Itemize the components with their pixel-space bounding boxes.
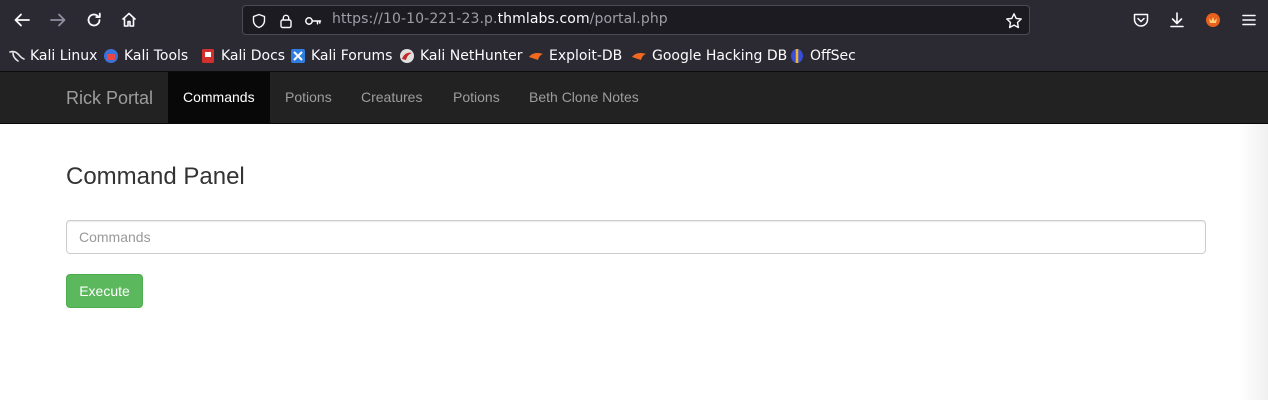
download-icon[interactable] xyxy=(1163,6,1191,34)
bookmark-label: Kali NetHunter xyxy=(420,48,523,64)
bookmark-kali-docs[interactable]: Kali Docs xyxy=(200,47,285,65)
home-icon[interactable] xyxy=(115,6,143,34)
site-brand[interactable]: Rick Portal xyxy=(66,88,153,109)
bookmark-kali-linux[interactable]: Kali Linux xyxy=(9,47,97,65)
bookmarks-toolbar: Kali Linux Kali Tools Kali Docs Kali For… xyxy=(0,40,1268,72)
back-arrow-icon[interactable] xyxy=(8,6,36,34)
forward-arrow-icon[interactable] xyxy=(44,6,72,34)
nav-item-potions-2[interactable]: Potions xyxy=(438,72,515,123)
bookmark-google-hacking-db[interactable]: Google Hacking DB xyxy=(631,47,787,65)
commands-input[interactable] xyxy=(66,220,1206,254)
nethunter-icon xyxy=(399,48,415,64)
offsec-icon xyxy=(789,48,805,64)
browser-toolbar: https://10-10-221-23.p.thmlabs.com/porta… xyxy=(0,0,1268,40)
bookmark-label: Kali Docs xyxy=(221,48,286,64)
bookmark-offsec[interactable]: OffSec xyxy=(789,47,856,65)
kali-tools-icon xyxy=(103,48,119,64)
url-prefix: https://10-10-221-23.p. xyxy=(332,11,498,27)
shield-icon[interactable] xyxy=(250,12,268,30)
bookmark-exploit-db[interactable]: Exploit-DB xyxy=(528,47,622,65)
page-title: Command Panel xyxy=(66,163,245,190)
ghdb-icon xyxy=(631,48,647,64)
nav-item-commands[interactable]: Commands xyxy=(168,72,270,123)
kali-dragon-icon xyxy=(9,48,25,64)
pocket-icon[interactable] xyxy=(1127,6,1155,34)
bookmark-label: Exploit-DB xyxy=(549,48,623,64)
bookmark-kali-forums[interactable]: Kali Forums xyxy=(290,47,392,65)
url-path: /portal.php xyxy=(589,11,668,27)
star-icon[interactable] xyxy=(1005,12,1023,30)
nav-item-creatures[interactable]: Creatures xyxy=(346,72,437,123)
key-icon[interactable] xyxy=(304,12,322,30)
page-edge-shadow xyxy=(1238,124,1268,400)
site-navbar: Rick Portal Commands Potions Creatures P… xyxy=(0,72,1268,124)
bookmark-label: OffSec xyxy=(810,48,856,64)
extension-icon[interactable] xyxy=(1199,6,1227,34)
url-text[interactable]: https://10-10-221-23.p.thmlabs.com/porta… xyxy=(332,11,668,27)
bookmark-label: Google Hacking DB xyxy=(652,48,788,64)
menu-icon[interactable] xyxy=(1235,6,1263,34)
bookmark-kali-tools[interactable]: Kali Tools xyxy=(103,47,188,65)
exploit-db-icon xyxy=(528,48,544,64)
address-bar[interactable]: https://10-10-221-23.p.thmlabs.com/porta… xyxy=(242,5,1030,35)
nav-item-beth-clone-notes[interactable]: Beth Clone Notes xyxy=(514,72,654,123)
nav-item-potions[interactable]: Potions xyxy=(270,72,347,123)
reload-icon[interactable] xyxy=(80,6,108,34)
bookmark-kali-nethunter[interactable]: Kali NetHunter xyxy=(399,47,522,65)
bookmark-label: Kali Linux xyxy=(30,48,98,64)
execute-button[interactable]: Execute xyxy=(66,274,143,308)
kali-forums-icon xyxy=(290,48,306,64)
url-domain: thmlabs.com xyxy=(497,11,590,27)
lock-icon[interactable] xyxy=(277,12,295,30)
kali-docs-icon xyxy=(200,48,216,64)
bookmark-label: Kali Forums xyxy=(311,48,393,64)
bookmark-label: Kali Tools xyxy=(124,48,189,64)
